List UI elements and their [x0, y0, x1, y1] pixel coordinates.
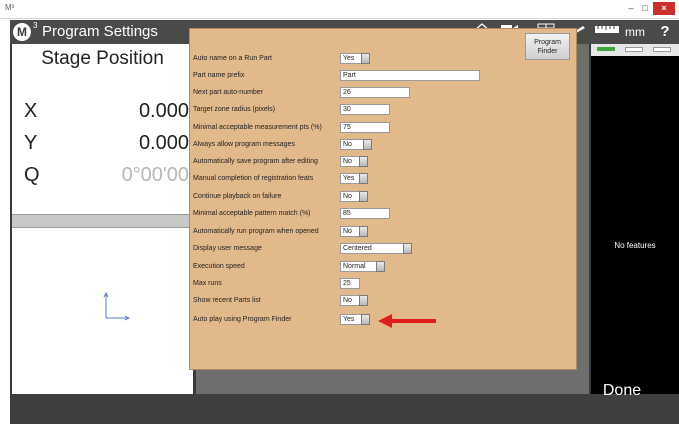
min-measurement-pts-input[interactable]: 75 [340, 122, 390, 133]
execution-speed-select[interactable]: Normal [340, 261, 387, 272]
footer-bar [10, 394, 679, 424]
row-label-manual-completion: Manual completion of registration feats [193, 175, 314, 182]
auto-name-value: Yes [340, 53, 362, 64]
auto-save-toggle[interactable]: No [340, 156, 370, 167]
part-view-panel[interactable] [12, 228, 193, 394]
show-recent-parts-value: No [340, 295, 360, 306]
continue-playback-value: No [340, 191, 360, 202]
app-logo: M [13, 23, 31, 41]
axis-q-value: 0°00'00 [121, 164, 189, 186]
page-title: Program Settings [42, 23, 158, 40]
no-features-text: No features [614, 241, 656, 250]
target-zone-radius-input[interactable]: 30 [340, 104, 390, 115]
app-icon: M³ [5, 3, 15, 12]
auto-run-value: No [340, 226, 360, 237]
maximize-button[interactable]: □ [638, 2, 652, 15]
row-label-execution-speed: Execution speed [193, 263, 245, 270]
axis-y-value: 0.000 [138, 132, 189, 154]
features-panel: No features [591, 44, 679, 394]
min-pattern-match-input[interactable]: 85 [340, 208, 390, 219]
dropdown-icon [359, 173, 368, 184]
row-label-continue-playback: Continue playback on failure [193, 193, 282, 200]
features-tab-active[interactable] [597, 47, 615, 51]
axis-x-value: 0.000 [138, 100, 189, 122]
row-label-min-measurement-pts: Minimal acceptable measurement pts (%) [193, 124, 322, 131]
dropdown-icon [359, 156, 368, 167]
dropdown-icon [361, 314, 370, 325]
ruler-icon[interactable] [593, 23, 621, 41]
panel-splitter[interactable] [12, 214, 193, 228]
program-finder-button[interactable]: Program Finder [525, 33, 570, 60]
auto-play-program-finder-value: Yes [340, 314, 362, 325]
axis-x-label: X [24, 100, 38, 122]
auto-save-value: No [340, 156, 360, 167]
auto-run-toggle[interactable]: No [340, 226, 370, 237]
row-label-auto-save: Automatically save program after editing [193, 158, 318, 165]
auto-play-program-finder-toggle[interactable]: Yes [340, 314, 372, 325]
continue-playback-toggle[interactable]: No [340, 191, 370, 202]
row-label-max-runs: Max runs [193, 280, 222, 287]
row-label-auto-name: Auto name on a Run Part [193, 55, 272, 62]
row-label-next-part-auto-number: Next part auto-number [193, 89, 264, 96]
row-label-auto-play-program-finder: Auto play using Program Finder [193, 316, 292, 323]
done-button[interactable]: Done [582, 380, 662, 402]
dropdown-icon [376, 261, 385, 272]
manual-completion-value: Yes [340, 173, 360, 184]
row-label-always-allow-messages: Always allow program messages [193, 141, 295, 148]
features-tabs [591, 44, 679, 56]
minimize-button[interactable]: – [624, 2, 638, 15]
dropdown-icon [363, 139, 372, 150]
manual-completion-toggle[interactable]: Yes [340, 173, 370, 184]
features-tab-2[interactable] [625, 47, 643, 52]
always-allow-messages-toggle[interactable]: No [340, 139, 374, 150]
stage-position-panel: Stage Position X 0.000 Y 0.000 Q 0°00'00 [12, 44, 193, 214]
dropdown-icon [403, 243, 412, 254]
always-allow-messages-value: No [340, 139, 364, 150]
auto-name-toggle[interactable]: Yes [340, 53, 372, 64]
row-label-show-recent-parts: Show recent Parts list [193, 297, 261, 304]
max-runs-input[interactable]: 25 [340, 278, 360, 289]
execution-speed-value: Normal [340, 261, 377, 272]
close-button[interactable]: × [653, 2, 675, 15]
axes-icon [103, 292, 130, 321]
app-logo-superscript: 3 [33, 21, 38, 30]
row-label-part-name-prefix: Part name prefix [193, 72, 245, 79]
units-label[interactable]: mm [625, 25, 645, 39]
arrow-icon [378, 314, 436, 328]
show-recent-parts-toggle[interactable]: No [340, 295, 370, 306]
part-name-prefix-input[interactable]: Part [340, 70, 480, 81]
display-user-message-select[interactable]: Centered [340, 243, 414, 254]
help-icon[interactable]: ? [658, 23, 672, 41]
row-label-auto-run: Automatically run program when opened [193, 228, 319, 235]
next-part-auto-number-input[interactable]: 26 [340, 87, 410, 98]
dropdown-icon [359, 191, 368, 202]
dropdown-icon [359, 295, 368, 306]
window-titlebar: M³ – □ × [0, 0, 679, 19]
row-label-target-zone-radius: Target zone radius (pixels) [193, 106, 276, 113]
features-tab-3[interactable] [653, 47, 671, 52]
stage-position-title: Stage Position [41, 48, 164, 69]
display-user-message-value: Centered [340, 243, 404, 254]
row-label-display-user-message: Display user message [193, 245, 262, 252]
dropdown-icon [361, 53, 370, 64]
row-label-min-pattern-match: Minimal acceptable pattern match (%) [193, 210, 311, 217]
dropdown-icon [359, 226, 368, 237]
axis-y-label: Y [24, 132, 38, 154]
axis-q-label: Q [24, 164, 40, 186]
